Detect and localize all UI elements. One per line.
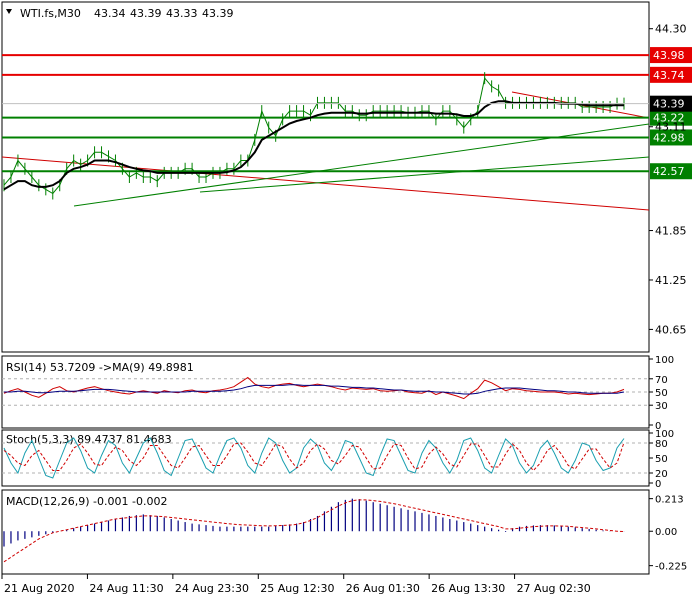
price-tick-label-1: 43.11 [655, 121, 687, 134]
stoch-tick-label-1: 80 [655, 439, 668, 450]
time-tick-label-0: 21 Aug 2020 [4, 582, 74, 595]
stoch-tick-label-2: 50 [655, 454, 668, 465]
stoch-label: Stoch(5,3,3) 89.4737 81.4683 [6, 433, 172, 446]
macd-label: MACD(12,26,9) -0.001 -0.002 [6, 495, 167, 508]
ohlc-open: 43.34 [94, 7, 126, 20]
price-tick-label-0: 44.30 [655, 23, 687, 36]
ohlc-high: 43.39 [130, 7, 162, 20]
level-tag-label-0: 43.98 [653, 49, 685, 62]
rsi-tick-label-1: 70 [655, 375, 668, 386]
price-tick-label-3: 41.25 [655, 274, 687, 287]
time-tick-label-6: 27 Aug 02:30 [517, 582, 591, 595]
rsi-label: RSI(14) 53.7209 ->MA(9) 49.8981 [6, 361, 194, 374]
ohlc-close: 43.39 [202, 7, 234, 20]
price-tick-label-4: 40.65 [655, 323, 687, 336]
rsi-tick-label-0: 100 [655, 355, 674, 366]
stoch-tick-label-4: 0 [655, 479, 661, 490]
trading-chart: WTI.fs,M30 43.34 43.39 43.33 43.39 43.98… [1, 1, 692, 595]
time-tick-label-3: 25 Aug 12:30 [260, 582, 334, 595]
time-tick-label-5: 26 Aug 13:30 [431, 582, 505, 595]
rsi-tick-label-2: 50 [655, 388, 668, 399]
time-tick-label-4: 26 Aug 01:30 [346, 582, 420, 595]
macd-tick-label-1: 0.00 [655, 527, 677, 538]
time-tick-label-2: 24 Aug 23:30 [175, 582, 249, 595]
stoch-axis: 1008050200 [649, 429, 674, 490]
chart-window: WTI.fs,M30 43.34 43.39 43.33 43.39 43.98… [0, 0, 700, 600]
macd-axis: 0.213 0.00 -0.225 [649, 495, 687, 573]
current-price-label: 43.39 [653, 98, 685, 111]
level-tag-label-4: 42.57 [653, 165, 685, 178]
ohlc-low: 43.33 [166, 7, 198, 20]
price-tick-label-2: 41.85 [655, 225, 687, 238]
rsi-axis: 1007050300 [649, 355, 674, 432]
symbol-label: WTI.fs,M30 [20, 7, 81, 20]
macd-tick-label-2: -0.225 [655, 562, 687, 573]
macd-tick-label-0: 0.213 [655, 495, 684, 506]
time-tick-label-1: 24 Aug 11:30 [89, 582, 163, 595]
rsi-tick-label-3: 30 [655, 401, 668, 412]
time-axis: 21 Aug 2020 24 Aug 11:30 24 Aug 23:30 25 Au… [1, 574, 591, 595]
level-tag-label-1: 43.74 [653, 69, 685, 82]
